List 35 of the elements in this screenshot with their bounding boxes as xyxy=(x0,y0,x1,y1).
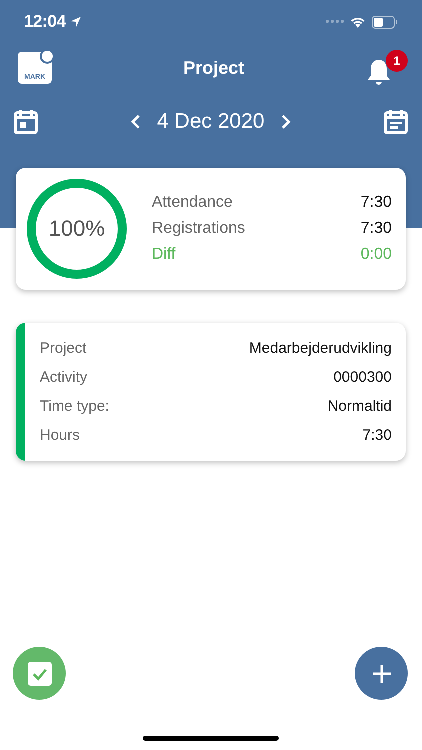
chevron-right-icon xyxy=(280,114,291,130)
bell-icon xyxy=(366,58,392,86)
entry-card[interactable]: Project Medarbejderudvikling Activity 0000300 Time type: Normaltid Hours 7:30 xyxy=(16,323,406,461)
summary-label: Attendance xyxy=(152,194,233,212)
summary-value: 7:30 xyxy=(360,194,392,212)
previous-day-button[interactable] xyxy=(131,114,142,130)
notification-badge: 1 xyxy=(386,50,408,72)
chevron-left-icon xyxy=(131,114,142,130)
field-label: Hours xyxy=(40,427,80,444)
next-day-button[interactable] xyxy=(280,114,291,130)
status-time: 12:04 xyxy=(24,12,66,32)
screen-title: Project xyxy=(182,58,246,78)
field-value: Normaltid xyxy=(328,398,392,415)
location-arrow-icon xyxy=(70,16,82,28)
calendar-list-button[interactable] xyxy=(384,109,408,135)
summary-label: Registrations xyxy=(152,220,246,238)
notifications-button[interactable]: 1 xyxy=(366,50,410,86)
field-label: Activity xyxy=(40,369,88,386)
summary-value: 0:00 xyxy=(360,246,392,264)
progress-percent: 100% xyxy=(48,218,106,240)
signal-icon xyxy=(326,20,344,24)
summary-value: 7:30 xyxy=(360,220,392,238)
plus-icon xyxy=(372,664,392,684)
calendar-icon xyxy=(14,109,38,135)
field-label: Time type: xyxy=(40,398,110,415)
wifi-icon xyxy=(350,16,366,28)
summary-label: Diff xyxy=(152,246,176,264)
battery-icon xyxy=(372,16,398,28)
field-label: Project xyxy=(40,340,87,357)
calendar-list-icon xyxy=(384,109,408,135)
field-value: Medarbejderudvikling xyxy=(249,340,392,357)
current-date: 4 Dec 2020 xyxy=(157,110,265,134)
field-value: 0000300 xyxy=(334,369,392,386)
field-value: 7:30 xyxy=(362,427,392,444)
checkbox-icon xyxy=(28,662,52,686)
